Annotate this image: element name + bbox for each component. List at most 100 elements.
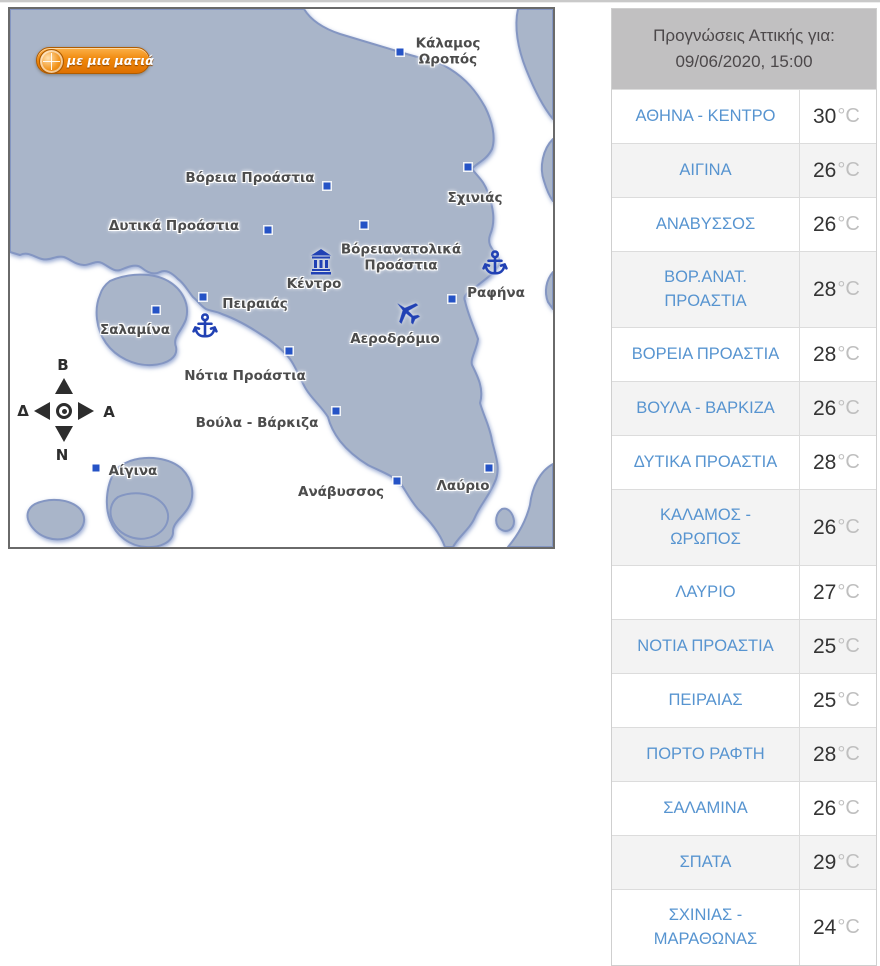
forecast-location-link[interactable]: ΒΟΡΕΙΑ ΠΡΟΑΣΤΙΑ xyxy=(632,343,779,366)
map-label-peiraias[interactable]: Πειραιάς xyxy=(222,297,288,313)
page-top-rule xyxy=(0,0,880,3)
compass-east-arrow-icon xyxy=(78,402,94,420)
forecast-title-line2: 09/06/2020, 15:00 xyxy=(675,49,812,75)
map-marker-peiraias[interactable] xyxy=(200,294,207,301)
anchor-icon xyxy=(192,313,218,341)
temperature-value: 28 xyxy=(813,343,836,367)
map-label-voula-varkiza[interactable]: Βούλα - Βάρκιζα xyxy=(196,416,319,432)
forecast-row: ΣΧΙΝΙΑΣ - ΜΑΡΑΘΩΝΑΣ 24°C xyxy=(612,889,876,965)
temperature-unit: °C xyxy=(837,743,859,766)
forecast-row: ΠΕΙΡΑΙΑΣ 25°C xyxy=(612,673,876,727)
forecast-row: ΒΟΥΛΑ - ΒΑΡΚΙΖΑ 26°C xyxy=(612,381,876,435)
forecast-location-link[interactable]: ΠΟΡΤΟ ΡΑΦΤΗ xyxy=(646,743,764,766)
compass-west-label: Δ xyxy=(17,402,29,420)
map-label-dytika-proastia[interactable]: Δυτικά Προάστια xyxy=(109,219,239,235)
temperature-value: 25 xyxy=(813,689,836,713)
temperature-value: 28 xyxy=(813,451,836,475)
forecast-location-link[interactable]: ΛΑΥΡΙΟ xyxy=(675,581,735,604)
forecast-location-link[interactable]: ΒΟΥΛΑ - ΒΑΡΚΙΖΑ xyxy=(636,397,775,420)
map-label-lavrio[interactable]: Λαύριο xyxy=(436,479,489,495)
forecast-row: ΔΥΤΙΚΑ ΠΡΟΑΣΤΙΑ 28°C xyxy=(612,435,876,489)
map-marker-anavyssos[interactable] xyxy=(394,478,401,485)
map-label-kentro[interactable]: Κέντρο xyxy=(287,277,342,293)
temperature-unit: °C xyxy=(837,278,859,301)
map-label-schinias[interactable]: Σχινιάς xyxy=(448,191,503,207)
map-marker-rafina[interactable] xyxy=(449,296,456,303)
temperature-unit: °C xyxy=(837,916,859,939)
temperature-value: 29 xyxy=(813,851,836,875)
map-marker-salamina[interactable] xyxy=(153,307,160,314)
forecast-row: ΒΟΡ.ΑΝΑΤ. ΠΡΟΑΣΤΙΑ 28°C xyxy=(612,251,876,327)
compass-north-arrow-icon xyxy=(55,378,73,394)
map-marker-schinias[interactable] xyxy=(465,164,472,171)
map-marker-voreia-proastia[interactable] xyxy=(324,183,331,190)
forecast-location-link[interactable]: ΑΘΗΝΑ - ΚΕΝΤΡΟ xyxy=(636,105,776,128)
temperature-value: 27 xyxy=(813,581,836,605)
compass-east-label: Α xyxy=(103,403,115,421)
glance-badge-button[interactable]: με μια ματιά xyxy=(36,47,150,74)
temperature-value: 25 xyxy=(813,635,836,659)
temperature-value: 28 xyxy=(813,743,836,767)
forecast-location-link[interactable]: ΑΝΑΒΥΣΣΟΣ xyxy=(656,213,755,236)
forecast-location-link[interactable]: ΝΟΤΙΑ ΠΡΟΑΣΤΙΑ xyxy=(637,635,773,658)
forecast-row: ΑΝΑΒΥΣΣΟΣ 26°C xyxy=(612,197,876,251)
coastline-graphic xyxy=(10,9,553,547)
temperature-unit: °C xyxy=(837,343,859,366)
forecast-row: ΚΑΛΑΜΟΣ - ΩΡΩΠΟΣ 26°C xyxy=(612,489,876,565)
forecast-row: ΒΟΡΕΙΑ ΠΡΟΑΣΤΙΑ 28°C xyxy=(612,327,876,381)
map-marker-kalamos[interactable] xyxy=(397,49,404,56)
temperature-unit: °C xyxy=(837,851,859,874)
temperature-unit: °C xyxy=(837,451,859,474)
temperature-value: 26 xyxy=(813,397,836,421)
forecast-row: ΛΑΥΡΙΟ 27°C xyxy=(612,565,876,619)
map-label-aigina[interactable]: Αίγινα xyxy=(109,464,158,480)
temperature-unit: °C xyxy=(837,635,859,658)
temperature-unit: °C xyxy=(837,213,859,236)
temperature-unit: °C xyxy=(837,689,859,712)
map-marker-voreianatolika[interactable] xyxy=(361,222,368,229)
temperature-value: 26 xyxy=(813,213,836,237)
forecast-location-link[interactable]: ΒΟΡ.ΑΝΑΤ. ΠΡΟΑΣΤΙΑ xyxy=(664,266,747,312)
map-marker-voula-varkiza[interactable] xyxy=(333,408,340,415)
temperature-value: 30 xyxy=(813,105,836,129)
forecast-row: ΠΟΡΤΟ ΡΑΦΤΗ 28°C xyxy=(612,727,876,781)
glance-badge-label: με μια ματιά xyxy=(67,53,154,68)
attica-weather-map[interactable]: με μια ματιά Β Ν Α Δ xyxy=(8,7,555,549)
compass-south-arrow-icon xyxy=(55,426,73,442)
map-label-kalamos-oropos[interactable]: Κάλαμος Ωροπός xyxy=(416,36,481,67)
map-label-salamina[interactable]: Σαλαμίνα xyxy=(100,323,170,339)
map-marker-notia-proastia[interactable] xyxy=(286,348,293,355)
map-marker-dytika-proastia[interactable] xyxy=(265,227,272,234)
temperature-unit: °C xyxy=(837,516,859,539)
forecast-row: ΝΟΤΙΑ ΠΡΟΑΣΤΙΑ 25°C xyxy=(612,619,876,673)
compass-center-icon xyxy=(56,403,72,419)
forecast-location-link[interactable]: ΠΕΙΡΑΙΑΣ xyxy=(668,689,742,712)
map-marker-lavrio[interactable] xyxy=(486,465,493,472)
temperature-unit: °C xyxy=(837,397,859,420)
map-label-voreianatolika-proastia[interactable]: Βόρειανατολικά Προάστια xyxy=(341,242,461,273)
compass-north-label: Β xyxy=(57,356,68,374)
temperature-unit: °C xyxy=(837,797,859,820)
forecast-row: ΣΑΛΑΜΙΝΑ 26°C xyxy=(612,781,876,835)
map-label-notia-proastia[interactable]: Νότια Προάστια xyxy=(184,369,306,385)
map-label-anavyssos[interactable]: Ανάβυσσος xyxy=(298,485,384,501)
temperature-value: 26 xyxy=(813,516,836,540)
map-marker-aigina[interactable] xyxy=(93,465,100,472)
map-label-voreia-proastia[interactable]: Βόρεια Προάστια xyxy=(185,171,314,187)
map-label-rafina[interactable]: Ραφήνα xyxy=(467,286,525,302)
compass-badge-icon xyxy=(39,49,64,74)
forecast-header: Προγνώσεις Αττικής για: 09/06/2020, 15:0… xyxy=(612,9,876,89)
forecast-location-link[interactable]: ΑΙΓΙΝΑ xyxy=(679,159,731,182)
map-label-aerodromio[interactable]: Αεροδρόμιο xyxy=(350,332,440,348)
temperature-unit: °C xyxy=(837,159,859,182)
forecast-row: ΑΘΗΝΑ - ΚΕΝΤΡΟ 30°C xyxy=(612,89,876,143)
forecast-location-link[interactable]: ΚΑΛΑΜΟΣ - ΩΡΩΠΟΣ xyxy=(660,504,751,550)
temperature-value: 28 xyxy=(813,278,836,302)
forecast-location-link[interactable]: ΣΠΑΤΑ xyxy=(680,851,732,874)
temperature-value: 26 xyxy=(813,159,836,183)
forecast-location-link[interactable]: ΣΑΛΑΜΙΝΑ xyxy=(663,797,747,820)
forecast-location-link[interactable]: ΣΧΙΝΙΑΣ - ΜΑΡΑΘΩΝΑΣ xyxy=(654,904,757,950)
temperature-value: 26 xyxy=(813,797,836,821)
forecast-location-link[interactable]: ΔΥΤΙΚΑ ΠΡΟΑΣΤΙΑ xyxy=(634,451,777,474)
forecast-row: ΑΙΓΙΝΑ 26°C xyxy=(612,143,876,197)
